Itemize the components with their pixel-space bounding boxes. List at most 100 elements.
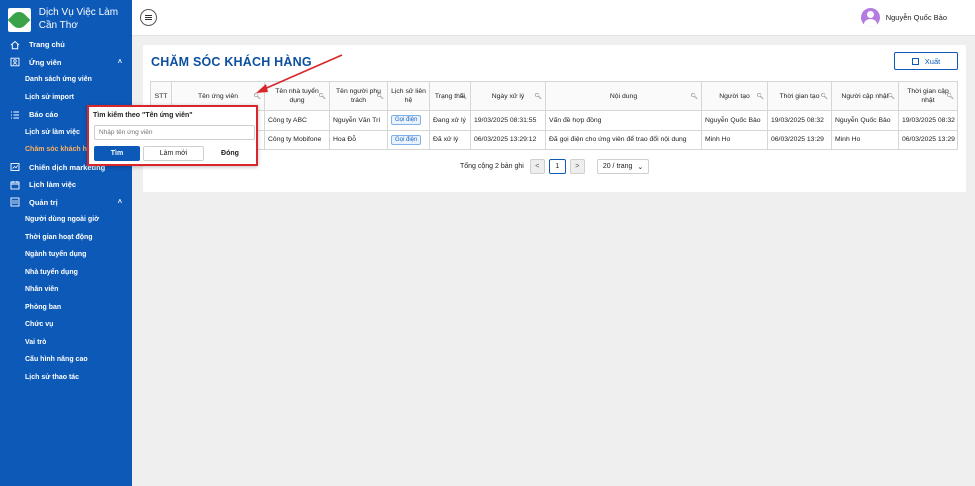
table-cell: Công ty Mobifone <box>264 129 330 150</box>
table-cell: 06/03/2025 13:29 <box>898 129 958 150</box>
table-row[interactable]: Công ty ABC Nguyễn Văn Trí Gọi điện Đang xử… <box>150 110 958 131</box>
sidebar-item-9[interactable]: Quản trị ˄ <box>0 194 132 212</box>
data-table: STT Tên ứng viên 🔍︎ Tên nhà tuyển dụng 🔍︎ Tên… <box>150 81 958 150</box>
sidebar-item-label: Lịch làm việc <box>29 180 77 190</box>
search-icon[interactable]: 🔍︎ <box>376 93 384 102</box>
sidebar-item-label: Quản trị <box>29 197 58 207</box>
brand-title: Dịch Vụ Việc Làm Cần Thơ <box>38 7 119 31</box>
search-icon[interactable]: 🔍︎ <box>946 93 954 102</box>
column-header-10[interactable]: Người cập nhật 🔍︎ <box>831 81 899 111</box>
admin-icon <box>10 197 20 207</box>
search-icon[interactable]: 🔍︎ <box>820 93 828 102</box>
export-button[interactable]: Xuất <box>894 52 958 70</box>
current-page[interactable]: 1 <box>548 159 566 174</box>
sidebar-subitem-2[interactable]: Danh sách ứng viên <box>0 71 132 89</box>
table-header-row: STT Tên ứng viên 🔍︎ Tên nhà tuyển dụng 🔍︎ Tên… <box>150 81 958 111</box>
popover-title: Tìm kiếm theo "Tên ứng viên" <box>93 112 193 119</box>
sidebar-subitem-18[interactable]: Cấu hình nâng cao <box>0 351 132 369</box>
table-cell: Đã xử lý <box>429 129 471 150</box>
search-icon[interactable]: 🔍︎ <box>459 93 467 102</box>
table-cell: Nguyễn Quốc Bảo <box>831 110 899 131</box>
search-popover: Tìm kiếm theo "Tên ứng viên" Tìm Làm mới… <box>87 105 258 166</box>
menu-toggle-button[interactable] <box>140 9 157 26</box>
page-size-select[interactable]: 20 / trang ⌄ <box>596 159 649 174</box>
table-cell: Gọi điện <box>387 129 430 150</box>
candidate-search-input[interactable] <box>94 125 255 140</box>
user-menu[interactable]: Nguyễn Quốc Bảo <box>860 8 947 27</box>
search-icon[interactable]: 🔍︎ <box>534 93 542 102</box>
chevron-up-icon: ˄ <box>117 198 122 206</box>
content-card: CHĂM SÓC KHÁCH HÀNG Xuất STT Tên ứng viên… <box>143 45 966 192</box>
sidebar-item-label: Trang chủ <box>29 40 65 50</box>
column-header-7[interactable]: Nội dung 🔍︎ <box>545 81 702 111</box>
list-icon <box>10 110 20 120</box>
brand: Dịch Vụ Việc Làm Cần Thơ <box>0 0 132 36</box>
search-icon[interactable]: 🔍︎ <box>690 93 698 102</box>
chevron-up-icon: ˄ <box>117 58 122 66</box>
column-header-11[interactable]: Thời gian cập nhật 🔍︎ <box>898 81 958 111</box>
table-cell: Đã gọi điện cho ứng viên để trao đổi nội… <box>545 129 702 150</box>
sidebar-subitem-12[interactable]: Ngành tuyển dụng <box>0 246 132 264</box>
table-cell: 19/03/2025 08:31:55 <box>470 110 546 131</box>
pagination: Tổng cộng 2 bản ghi < 1 > 20 / trang ⌄ <box>460 159 649 174</box>
sidebar-nav: Trang chủ Ứng viên ˄ Danh sách ứng viên Lịch… <box>0 36 132 386</box>
sidebar-subitem-3[interactable]: Lịch sử import <box>0 89 132 107</box>
search-icon[interactable]: 🔍︎ <box>318 93 326 102</box>
sidebar-subitem-19[interactable]: Lịch sử thao tác <box>0 369 132 387</box>
column-header-5[interactable]: Trạng thái 🔍︎ <box>429 81 471 111</box>
contact-history-tag[interactable]: Gọi điện <box>391 134 422 145</box>
sidebar-item-0[interactable]: Trang chủ <box>0 36 132 54</box>
calendar-icon <box>10 180 20 190</box>
sidebar: Dịch Vụ Việc Làm Cần Thơ Trang chủ Ứng vi… <box>0 0 132 486</box>
sidebar-subitem-11[interactable]: Thời gian hoạt động <box>0 229 132 247</box>
reset-button[interactable]: Làm mới <box>143 146 204 161</box>
sidebar-item-8[interactable]: Lịch làm việc <box>0 176 132 194</box>
sidebar-item-label: Báo cáo <box>29 110 59 120</box>
search-icon[interactable]: 🔍︎ <box>887 93 895 102</box>
avatar <box>860 8 880 27</box>
contact-history-tag[interactable]: Gọi điện <box>391 115 422 126</box>
campaign-icon <box>10 162 20 172</box>
sidebar-subitem-17[interactable]: Vai trò <box>0 334 132 352</box>
sidebar-item-label: Ứng viên <box>29 57 62 67</box>
user-icon <box>10 57 20 67</box>
sidebar-subitem-14[interactable]: Nhân viên <box>0 281 132 299</box>
page-title: CHĂM SÓC KHÁCH HÀNG <box>151 55 312 69</box>
column-header-3[interactable]: Tên người phụ trách 🔍︎ <box>329 81 388 111</box>
table-cell: Minh Ho <box>831 129 899 150</box>
column-header-9[interactable]: Thời gian tạo 🔍︎ <box>767 81 832 111</box>
column-header-4[interactable]: Lịch sử liên hệ <box>387 81 430 111</box>
table-cell: Gọi điện <box>387 110 430 131</box>
sidebar-item-1[interactable]: Ứng viên ˄ <box>0 54 132 72</box>
next-page-button[interactable]: > <box>569 159 585 174</box>
table-cell: Công ty ABC <box>264 110 330 131</box>
table-cell: Đang xử lý <box>429 110 471 131</box>
table-row[interactable]: Công ty Mobifone Hoa Đỗ Gọi điện Đã xử lý 06… <box>150 129 958 150</box>
table-cell: Vấn đề hợp đồng <box>545 110 702 131</box>
table-cell: 06/03/2025 13:29:12 <box>470 129 546 150</box>
table-cell: 19/03/2025 08:32 <box>898 110 958 131</box>
prev-page-button[interactable]: < <box>529 159 545 174</box>
search-icon[interactable]: 🔍︎ <box>756 93 764 102</box>
top-header: Nguyễn Quốc Bảo <box>132 0 975 36</box>
chevron-down-icon: ⌄ <box>637 163 644 171</box>
sidebar-subitem-10[interactable]: Người dùng ngoài giờ <box>0 211 132 229</box>
column-header-8[interactable]: Người tạo 🔍︎ <box>701 81 768 111</box>
table-cell: Nguyễn Quốc Bảo <box>701 110 768 131</box>
hamburger-icon <box>145 17 152 18</box>
logo <box>8 8 31 32</box>
export-icon <box>911 57 919 65</box>
close-button[interactable]: Đóng <box>207 146 253 161</box>
table-body: Công ty ABC Nguyễn Văn Trí Gọi điện Đang xử… <box>150 110 958 150</box>
sidebar-subitem-15[interactable]: Phòng ban <box>0 299 132 317</box>
table-cell: Minh Ho <box>701 129 768 150</box>
column-header-6[interactable]: Ngày xử lý 🔍︎ <box>470 81 546 111</box>
sidebar-subitem-13[interactable]: Nhà tuyển dụng <box>0 264 132 282</box>
find-button[interactable]: Tìm <box>94 146 140 161</box>
home-icon <box>10 40 20 50</box>
column-header-2[interactable]: Tên nhà tuyển dụng 🔍︎ <box>264 81 330 111</box>
table-cell: Hoa Đỗ <box>329 129 388 150</box>
search-icon[interactable]: 🔍︎ <box>253 93 261 102</box>
sidebar-subitem-16[interactable]: Chức vụ <box>0 316 132 334</box>
total-records: Tổng cộng 2 bản ghi <box>460 163 524 170</box>
